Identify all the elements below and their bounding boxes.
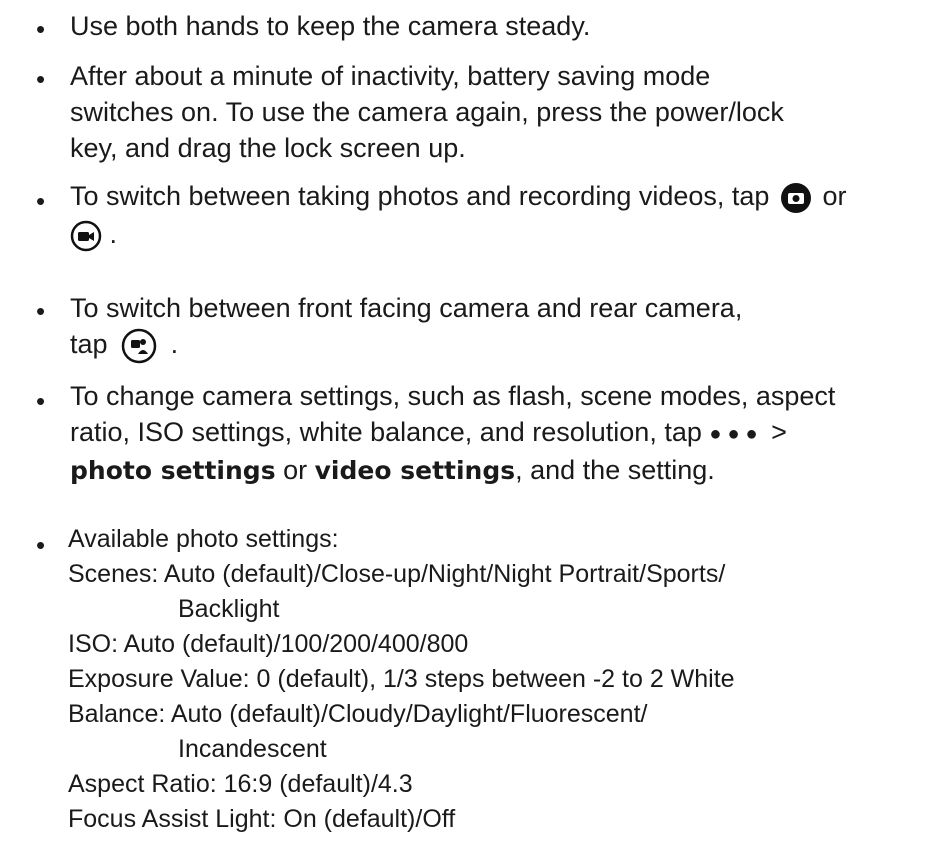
bullet-marker: •	[36, 186, 46, 216]
text-line: key, and drag the lock screen up.	[70, 133, 466, 163]
text-line: Incandescent	[178, 735, 327, 763]
text-line: Use both hands to keep the camera steady…	[70, 11, 591, 41]
text-line: or	[283, 454, 308, 485]
switch-camera-icon	[121, 328, 157, 364]
text-line: ISO: Auto (default)/100/200/400/800	[68, 630, 469, 658]
bullet-text: To switch between front facing camera an…	[70, 290, 742, 364]
text-line: Exposure Value: 0 (default), 1/3 steps b…	[68, 665, 735, 693]
text-line: To change camera settings, such as flash…	[70, 381, 836, 411]
video-settings-label: video settings	[314, 455, 516, 485]
text-line: .	[170, 329, 179, 359]
text-line: After about a minute of inactivity, batt…	[70, 61, 711, 91]
bullet-marker: •	[36, 386, 46, 416]
more-options-icon: ●●●	[709, 422, 764, 445]
text-line: ratio, ISO settings, white balance, and …	[70, 417, 702, 447]
bullet-text: To switch between taking photos and reco…	[70, 178, 846, 252]
camera-icon	[780, 182, 811, 213]
text-line: To switch between front facing camera an…	[70, 293, 743, 323]
text-line: tap	[70, 329, 108, 359]
bullet-text: After about a minute of inactivity, batt…	[70, 58, 784, 166]
bullet-marker: •	[36, 296, 46, 326]
text-line: Backlight	[178, 595, 280, 623]
photo-settings-label: photo settings	[70, 455, 276, 485]
text-line: , and the setting.	[515, 454, 715, 485]
text-line: switches on. To use the camera again, pr…	[70, 97, 784, 127]
bullet-marker: •	[36, 14, 46, 44]
bullet-text: To change camera settings, such as flash…	[70, 378, 835, 489]
bullet-marker: •	[36, 64, 46, 94]
text-line: or	[822, 181, 847, 211]
bullet-marker: •	[36, 530, 46, 560]
video-camera-icon	[70, 220, 102, 252]
text-line: Focus Assist Light: On (default)/Off	[68, 805, 456, 833]
text-line: .	[109, 219, 118, 249]
text-line: Scenes: Auto (default)/Close-up/Night/Ni…	[68, 560, 726, 588]
text-line: >	[771, 417, 787, 447]
text-line: Balance: Auto (default)/Cloudy/Daylight/…	[68, 700, 648, 728]
text-line: To switch between taking photos and reco…	[70, 181, 770, 211]
settings-heading: Available photo settings:	[68, 525, 339, 553]
bullet-text: Use both hands to keep the camera steady…	[70, 8, 590, 44]
text-line: Aspect Ratio: 16:9 (default)/4.3	[68, 770, 413, 798]
bullet-text: Available photo settings: Scenes: Auto (…	[68, 522, 735, 837]
